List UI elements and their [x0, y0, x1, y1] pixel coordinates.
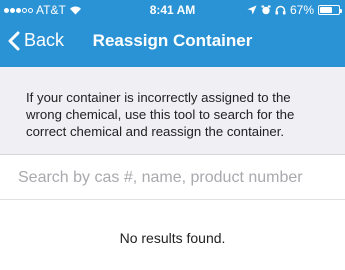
info-panel: If your container is incorrectly assigne… [0, 67, 345, 155]
location-arrow-icon [247, 5, 257, 15]
search-bar [0, 156, 345, 200]
back-button-label: Back [24, 30, 65, 50]
headphones-icon [275, 5, 286, 15]
status-bar: AT&T 8:41 AM 67% [0, 0, 345, 20]
alarm-icon [261, 5, 271, 15]
back-button[interactable]: Back [8, 30, 64, 51]
battery-icon [318, 5, 342, 15]
info-text: If your container is incorrectly assigne… [26, 90, 295, 139]
chevron-left-icon [8, 31, 20, 50]
status-right-group: 67% [247, 3, 342, 17]
empty-results-message: No results found. [119, 230, 226, 246]
top-bar: AT&T 8:41 AM 67% Back Reassign Container [0, 0, 345, 67]
battery-fill [320, 7, 333, 13]
search-input[interactable] [18, 165, 338, 191]
navigation-bar: Back Reassign Container [0, 20, 345, 67]
battery-percent: 67% [289, 3, 314, 17]
